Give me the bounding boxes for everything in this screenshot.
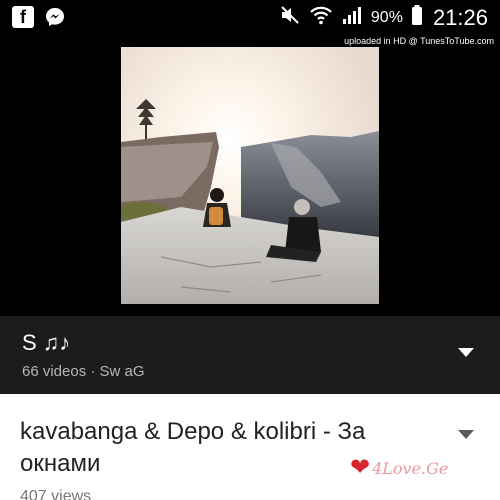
view-count: 407 views bbox=[20, 488, 92, 500]
logo-text: 4Love.Ge bbox=[372, 458, 449, 478]
signal-icon bbox=[341, 4, 363, 31]
playlist-title: S ♫♪ bbox=[22, 330, 71, 355]
playlist-meta: 66 videos · Sw aG bbox=[22, 363, 145, 380]
video-player[interactable] bbox=[0, 36, 500, 316]
messenger-icon bbox=[44, 6, 66, 28]
heart-icon: ❤ bbox=[350, 454, 371, 481]
status-bar: f 90% 21:26 bbox=[0, 0, 500, 36]
upload-watermark: uploaded in HD @ TunesToTube.com bbox=[344, 36, 494, 46]
clock: 21:26 bbox=[432, 4, 488, 30]
playlist-expand-icon[interactable] bbox=[458, 348, 474, 357]
description-expand-icon[interactable] bbox=[458, 430, 474, 439]
system-indicators: 90% 21:26 bbox=[279, 4, 488, 31]
love-ge-logo: ❤ 4Love.Ge bbox=[350, 456, 448, 480]
video-info: kavabanga & Depo & kolibri - За окнами ❤… bbox=[0, 394, 500, 500]
thumbnail-image bbox=[121, 47, 379, 304]
battery-percent: 90% bbox=[370, 8, 403, 26]
battery-icon bbox=[411, 4, 423, 31]
mute-icon bbox=[279, 4, 301, 31]
wifi-icon bbox=[309, 4, 333, 31]
playlist-panel[interactable]: S ♫♪ 66 videos · Sw aG bbox=[0, 316, 500, 394]
notification-icons: f bbox=[12, 6, 66, 28]
facebook-icon: f bbox=[12, 6, 34, 28]
video-thumbnail[interactable] bbox=[121, 47, 379, 304]
